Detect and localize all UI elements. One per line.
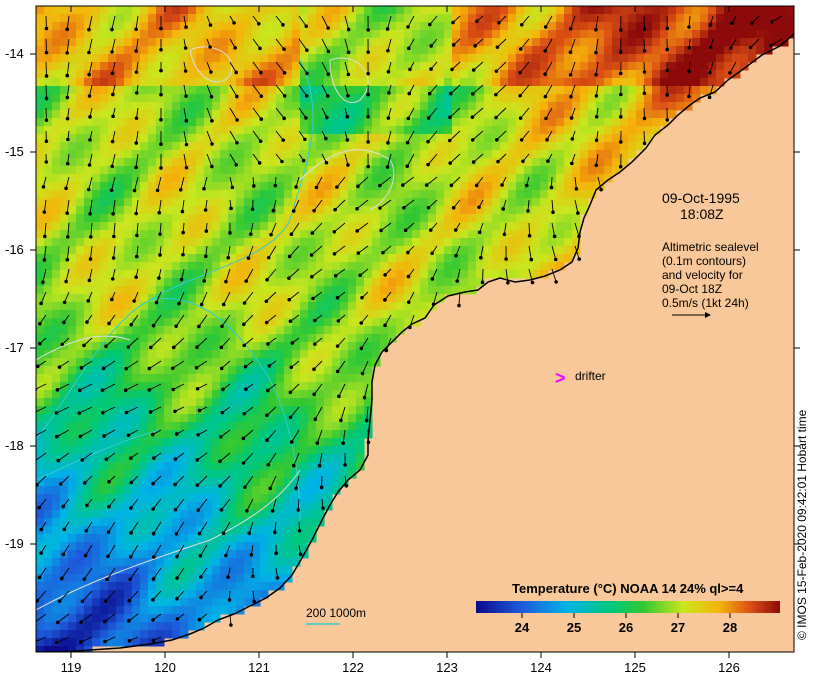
lat-tick-label: -14 [5,46,24,61]
colorbar-tick-label: 25 [567,620,581,635]
description-line: (0.1m contours) [662,254,746,268]
lat-tick-label: -18 [5,438,24,453]
drifter-marker-icon: > [555,368,566,388]
lon-tick-label: 126 [718,660,740,675]
lon-tick-label: 120 [154,660,176,675]
lat-tick-label: -15 [5,144,24,159]
drifter-label: drifter [575,369,606,383]
longitude-axis: 119 120 121 122 123 124 125 126 [61,660,740,675]
depth-legend-label: 200 1000m [306,606,366,620]
lat-tick-label: -19 [5,536,24,551]
description-line: 0.5m/s (1kt 24h) [662,296,749,310]
time-label: 18:08Z [680,206,724,222]
lat-tick-label: -17 [5,340,24,355]
latitude-axis: -14 -15 -16 -17 -18 -19 [5,46,24,551]
lon-tick-label: 125 [624,660,646,675]
lon-tick-label: 119 [61,660,82,675]
lon-tick-label: 123 [436,660,458,675]
description-line: and velocity for [662,268,743,282]
colorbar-tick-label: 27 [671,620,685,635]
colorbar-tick-label: 28 [723,620,737,635]
lon-tick-label: 122 [342,660,364,675]
colorbar-tick-label: 26 [619,620,633,635]
date-label: 09-Oct-1995 [662,190,740,206]
colorbar [476,601,780,613]
colorbar-tick-label: 24 [515,620,530,635]
description-line: 09-Oct 18Z [662,282,722,296]
lat-tick-label: -16 [5,242,24,257]
sst-map: 119 120 121 122 123 124 125 126 -14 -15 … [5,5,800,675]
description-line: Altimetric sealevel [662,240,759,254]
colorbar-title: Temperature (°C) NOAA 14 24% ql>=4 [512,581,744,596]
copyright-label: © IMOS 15-Feb-2020 09:42:01 Hobart time [795,409,809,640]
lon-tick-label: 124 [530,660,552,675]
lon-tick-label: 121 [248,660,270,675]
